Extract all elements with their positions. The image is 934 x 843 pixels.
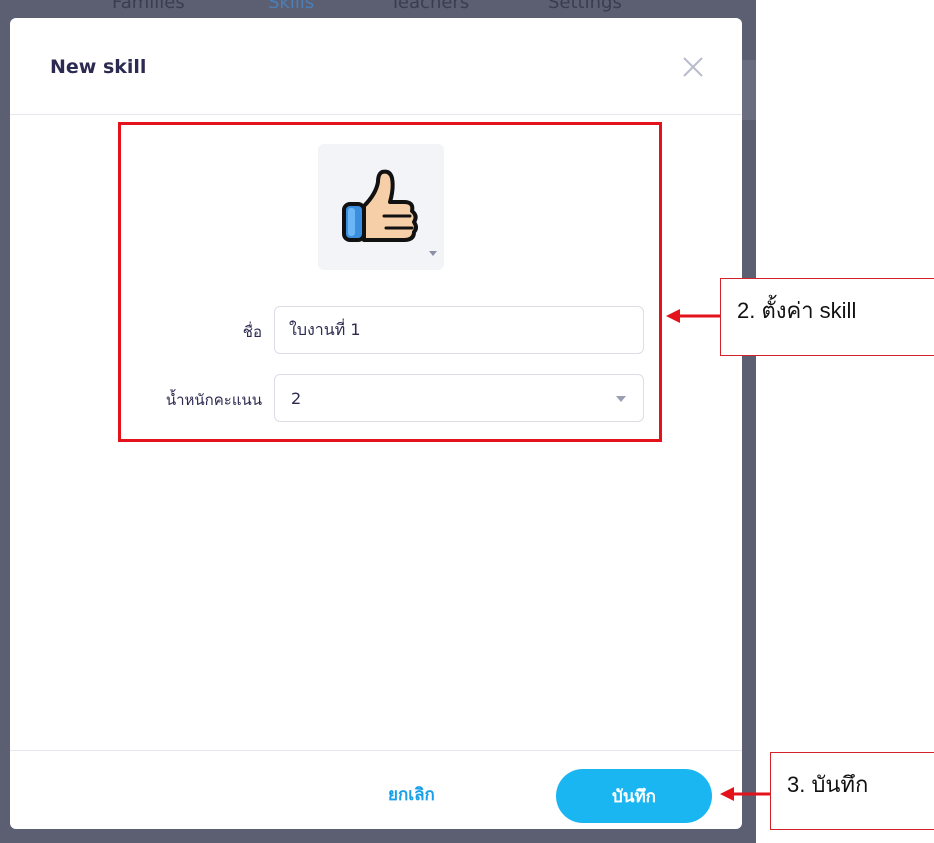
step2-callout: 2. ตั้งค่า skill (720, 278, 934, 356)
name-label: ชื่อ (242, 323, 262, 341)
skill-icon-picker[interactable] (318, 144, 444, 270)
step3-callout: 3. บันทึก (770, 752, 934, 830)
weight-select[interactable]: 2 (274, 374, 644, 422)
background-nav: Families Skills Teachers Settings (0, 0, 756, 16)
bg-nav-skills: Skills (268, 0, 315, 13)
thumbs-up-icon (342, 169, 418, 242)
bg-panel-edge (742, 60, 756, 120)
caret-down-icon (429, 251, 437, 256)
dialog-header: New skill (10, 18, 742, 115)
save-button[interactable]: บันทึก (556, 769, 712, 823)
step2-callout-text: 2. ตั้งค่า skill (737, 298, 857, 323)
skill-name-input[interactable] (274, 306, 644, 354)
weight-select-value: 2 (291, 389, 302, 408)
bg-nav-families: Families (112, 0, 185, 13)
weight-label: น้ำหนักคะแนน (165, 391, 262, 409)
dialog-title: New skill (50, 56, 147, 78)
cancel-button[interactable]: ยกเลิก (388, 781, 435, 808)
bg-nav-settings: Settings (548, 0, 622, 13)
chevron-down-icon (616, 396, 626, 402)
step3-callout-text: 3. บันทึก (787, 772, 869, 797)
step2-arrow-icon (666, 309, 722, 323)
step3-arrow-icon (720, 787, 772, 801)
new-skill-dialog: New skill ชื่อ น้ำหนักคะแนน 2 ยกเลิ (10, 18, 742, 829)
close-icon (683, 57, 703, 77)
dialog-footer: ยกเลิก บันทึก (10, 750, 742, 829)
close-button[interactable] (678, 52, 708, 82)
bg-nav-teachers: Teachers (390, 0, 470, 13)
